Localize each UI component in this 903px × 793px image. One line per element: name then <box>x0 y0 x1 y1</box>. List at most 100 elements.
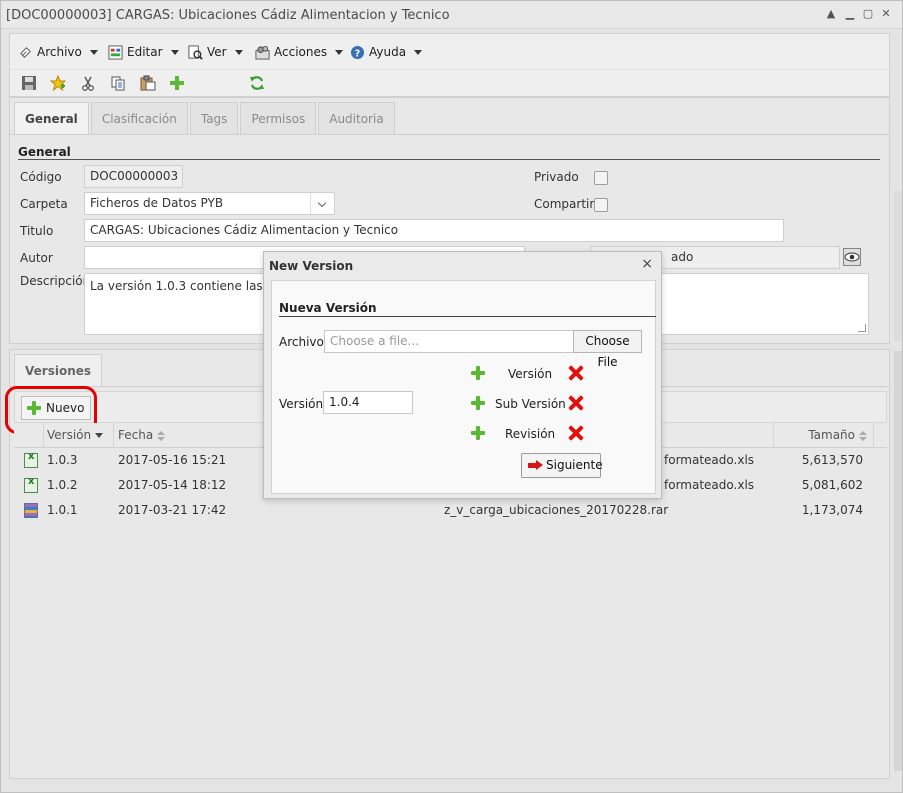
actions-icon <box>255 45 270 60</box>
tab-divider <box>10 134 889 135</box>
column-fecha-label: Fecha <box>118 428 154 442</box>
eye-icon[interactable] <box>843 248 861 266</box>
copy-icon[interactable] <box>110 75 126 91</box>
paste-icon[interactable] <box>140 75 156 91</box>
menu-ver-label: Ver <box>207 45 227 59</box>
tab-permisos[interactable]: Permisos <box>240 102 317 134</box>
svg-text:?: ? <box>355 48 360 59</box>
add-subversion-icon[interactable] <box>470 395 486 411</box>
nuevo-button[interactable]: Nuevo <box>21 396 92 420</box>
autor-label: Autor <box>20 251 53 265</box>
view-icon <box>188 44 203 60</box>
add-icon <box>26 400 42 416</box>
menu-ver[interactable]: Ver <box>188 43 243 61</box>
dialog-title: New Version <box>269 259 354 273</box>
excel-file-icon <box>24 476 38 493</box>
estado-value: ado <box>671 250 694 264</box>
maximize-icon[interactable]: ▢ <box>860 6 876 22</box>
choose-file-button[interactable]: Choose File <box>573 330 642 369</box>
cut-icon[interactable] <box>80 75 96 91</box>
sort-desc-icon <box>95 433 104 438</box>
row-fecha: 2017-05-14 18:12 <box>118 478 227 492</box>
file-icon <box>20 46 31 58</box>
descripcion-label: Descripción <box>20 274 91 288</box>
save-icon[interactable] <box>21 75 37 91</box>
row-file: z_v_carga_ubicaciones_20170228.rar <box>444 503 669 517</box>
sort-icon <box>859 430 867 441</box>
chevron-down-icon <box>414 49 423 55</box>
chevron-down-icon <box>89 49 98 55</box>
table-row[interactable]: 1.0.1 2017-03-21 17:42 z_v_carga_ubicaci… <box>14 498 887 523</box>
window-title: [DOC00000003] CARGAS: Ubicaciones Cádiz … <box>6 8 450 23</box>
chevron-down-icon[interactable] <box>310 193 334 214</box>
tab-tags[interactable]: Tags <box>189 102 239 134</box>
codigo-field[interactable]: DOC00000003 <box>84 165 183 188</box>
row-size: 1,173,074 <box>801 503 863 517</box>
close-icon[interactable]: × <box>641 256 653 272</box>
siguiente-button[interactable]: Siguiente <box>521 453 603 478</box>
row-size: 5,081,602 <box>801 478 863 492</box>
tab-versiones[interactable]: Versiones <box>14 354 103 386</box>
window-titlebar[interactable]: [DOC00000003] CARGAS: Ubicaciones Cádiz … <box>1 1 902 29</box>
new-version-dialog: New Version × Nueva Versión Archivo Choo… <box>263 251 662 499</box>
resize-handle[interactable] <box>858 324 866 332</box>
help-icon: ? <box>350 45 365 59</box>
row-version: 1.0.2 <box>47 478 78 492</box>
add-icon[interactable] <box>169 75 185 91</box>
tab-clasificacion[interactable]: Clasificación <box>90 102 188 134</box>
section-divider <box>18 159 880 160</box>
chevron-down-icon <box>335 49 344 55</box>
scrollbar[interactable] <box>894 191 902 341</box>
add-version-icon[interactable] <box>470 365 486 381</box>
row-fecha: 2017-05-16 15:21 <box>118 453 227 467</box>
version-label: Versión <box>279 397 324 411</box>
menu-acciones[interactable]: Acciones <box>255 43 344 61</box>
row-size: 5,613,570 <box>801 453 863 467</box>
chevron-down-icon <box>170 49 179 55</box>
column-icon <box>14 423 44 448</box>
row-version: 1.0.1 <box>47 503 78 517</box>
column-tamano[interactable]: Tamaño <box>774 423 874 448</box>
compartir-checkbox[interactable] <box>594 198 608 212</box>
row-fecha: 2017-03-21 17:42 <box>118 503 227 517</box>
nueva-version-title: Nueva Versión <box>279 301 377 315</box>
favorite-icon[interactable] <box>50 75 66 91</box>
column-tamano-label: Tamaño <box>808 428 855 442</box>
tab-auditoria[interactable]: Auditoria <box>318 102 395 134</box>
column-version[interactable]: Versión <box>44 423 114 448</box>
menu-acciones-label: Acciones <box>274 45 328 59</box>
carpeta-select[interactable]: Ficheros de Datos PYB <box>84 192 335 215</box>
titulo-label: Titulo <box>20 224 54 238</box>
remove-revision-icon[interactable] <box>568 425 584 441</box>
menu-ayuda[interactable]: ? Ayuda <box>350 43 423 61</box>
file-input[interactable]: Choose a file... <box>324 330 574 353</box>
scrollbar[interactable] <box>894 351 902 771</box>
refresh-icon[interactable] <box>249 75 265 91</box>
minimize-icon[interactable]: ▁ <box>842 6 858 22</box>
menu-archivo[interactable]: Archivo <box>18 43 98 61</box>
menu-archivo-label: Archivo <box>37 45 82 59</box>
version-input[interactable]: 1.0.4 <box>323 391 413 414</box>
menu-editar[interactable]: Editar <box>108 43 179 61</box>
carpeta-value: Ficheros de Datos PYB <box>90 196 224 210</box>
menubar: Archivo Editar Ver Acciones ? Ayuda <box>9 33 890 69</box>
add-revision-icon[interactable] <box>470 425 486 441</box>
remove-version-icon[interactable] <box>568 365 584 381</box>
arrow-right-icon <box>528 460 544 471</box>
remove-subversion-icon[interactable] <box>568 395 584 411</box>
dialog-body: Nueva Versión Archivo Choose a file... C… <box>271 280 656 494</box>
siguiente-button-label: Siguiente <box>546 458 603 472</box>
collapse-icon[interactable]: ▲ <box>823 6 839 22</box>
close-icon[interactable]: ✕ <box>878 6 894 22</box>
nuevo-button-label: Nuevo <box>46 401 85 415</box>
chevron-down-icon <box>234 49 243 55</box>
edit-icon <box>108 44 123 60</box>
codigo-label: Código <box>20 170 62 184</box>
tab-general[interactable]: General <box>14 102 89 134</box>
section-divider <box>279 316 656 317</box>
privado-checkbox[interactable] <box>594 171 608 185</box>
menu-editar-label: Editar <box>127 45 163 59</box>
titulo-field[interactable]: CARGAS: Ubicaciones Cádiz Alimentacion y… <box>84 219 784 242</box>
menu-ayuda-label: Ayuda <box>369 45 407 59</box>
option-subversion-label: Sub Versión <box>495 397 566 411</box>
